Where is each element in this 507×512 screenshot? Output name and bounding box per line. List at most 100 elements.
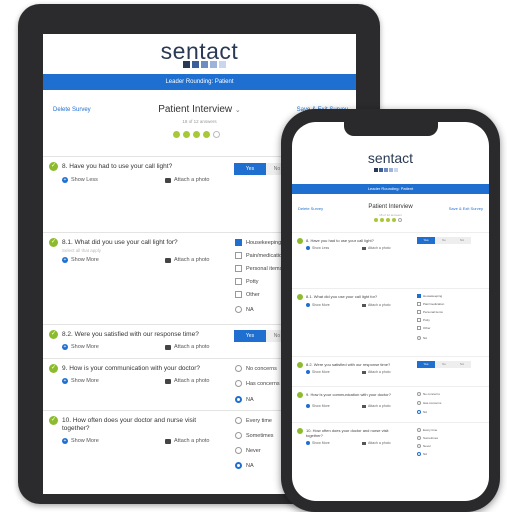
- option-radio[interactable]: Every time: [235, 417, 272, 424]
- plus-circle-icon: +: [62, 438, 68, 444]
- option-checkbox[interactable]: Potty: [417, 318, 430, 322]
- question-text: 9. How is your communication with your d…: [62, 365, 201, 372]
- check-circle-icon: ✓: [49, 416, 58, 425]
- progress-dot: [193, 131, 200, 138]
- progress-dot: [203, 131, 210, 138]
- question-row: 9. How is your communication with your d…: [292, 386, 489, 422]
- option-checkbox[interactable]: Other: [417, 326, 431, 330]
- question-text: 8. Have you had to use your call light?: [62, 163, 173, 170]
- attach-photo-link[interactable]: Attach a photo: [165, 177, 209, 183]
- camera-icon: [165, 378, 171, 384]
- option-radio[interactable]: No concerns: [417, 392, 440, 396]
- check-circle-icon: [297, 392, 303, 398]
- option-radio[interactable]: Has concerns: [417, 401, 441, 405]
- show-more-link[interactable]: + Show More: [62, 344, 99, 350]
- show-more-link[interactable]: + Show More: [62, 438, 99, 444]
- show-more-link[interactable]: + Show More: [62, 257, 99, 263]
- option-checkbox[interactable]: Personal items: [417, 310, 443, 314]
- option-radio[interactable]: Never: [235, 447, 261, 454]
- question-text: 8. Have you had to use your call light?: [306, 238, 374, 243]
- check-circle-icon: [297, 362, 303, 368]
- question-row: 8.1. What did you use your call light fo…: [292, 288, 489, 356]
- option-checkbox[interactable]: Other: [235, 291, 260, 298]
- option-checkbox[interactable]: Housekeeping: [417, 294, 442, 298]
- yes-no-toggle[interactable]: Yes No: [234, 163, 288, 175]
- option-radio[interactable]: No concerns: [235, 365, 277, 372]
- option-radio[interactable]: Every time: [417, 428, 437, 432]
- attach-photo-link[interactable]: Attach a photo: [362, 370, 391, 374]
- show-more-link[interactable]: Show More: [306, 404, 330, 408]
- option-radio[interactable]: Sometimes: [417, 436, 438, 440]
- option-radio[interactable]: Sometimes: [235, 432, 274, 439]
- question-text: 8.2. Were you satisfied with our respons…: [306, 362, 391, 367]
- camera-icon: [165, 344, 171, 350]
- progress-dot: [173, 131, 180, 138]
- option-radio[interactable]: NA: [235, 306, 254, 313]
- plus-circle-icon: +: [62, 344, 68, 350]
- na-button[interactable]: NA: [453, 361, 471, 368]
- plus-circle-icon: +: [62, 177, 68, 183]
- option-radio[interactable]: NA: [417, 336, 427, 340]
- progress-dots: [374, 218, 402, 222]
- yes-button[interactable]: Yes: [234, 330, 266, 342]
- option-radio[interactable]: NA: [417, 452, 427, 456]
- plus-circle-icon: +: [62, 257, 68, 263]
- plus-circle-icon: [306, 404, 310, 408]
- show-less-link[interactable]: + Show Less: [62, 177, 98, 183]
- option-radio[interactable]: NA: [235, 462, 254, 469]
- check-circle-icon: [297, 238, 303, 244]
- attach-photo-link[interactable]: Attach a photo: [362, 303, 391, 307]
- yes-no-toggle[interactable]: Yes No NA: [417, 237, 471, 244]
- attach-photo-link[interactable]: Attach a photo: [362, 441, 391, 445]
- show-more-link[interactable]: Show More: [306, 303, 330, 307]
- plus-circle-icon: [306, 441, 310, 445]
- check-circle-icon: ✓: [49, 364, 58, 373]
- camera-icon: [362, 441, 366, 445]
- question-hint: Select all that apply: [62, 248, 102, 253]
- progress-text: 18 of 12 answers: [379, 213, 402, 217]
- na-button[interactable]: NA: [453, 237, 471, 244]
- option-checkbox[interactable]: Pain/medication: [417, 302, 444, 306]
- attach-photo-link[interactable]: Attach a photo: [362, 404, 391, 408]
- yes-no-toggle[interactable]: Yes No NA: [417, 361, 471, 368]
- option-checkbox[interactable]: Housekeeping: [235, 239, 281, 246]
- survey-header-bar: Leader Rounding: Patient: [43, 74, 356, 90]
- show-more-link[interactable]: Show More: [306, 441, 330, 445]
- show-more-link[interactable]: Show More: [306, 370, 330, 374]
- plus-circle-icon: +: [62, 378, 68, 384]
- attach-photo-link[interactable]: Attach a photo: [165, 378, 209, 384]
- survey-header-bar: Leader Rounding: Patient: [292, 184, 489, 194]
- option-checkbox[interactable]: Personal items: [235, 265, 282, 272]
- attach-photo-link[interactable]: Attach a photo: [362, 246, 391, 250]
- question-text: 9. How is your communication with your d…: [306, 392, 391, 397]
- option-radio[interactable]: Never: [417, 444, 431, 448]
- progress-dot: [183, 131, 190, 138]
- option-radio[interactable]: Has concerns: [235, 380, 280, 387]
- yes-no-toggle[interactable]: Yes No: [234, 330, 288, 342]
- attach-photo-link[interactable]: Attach a photo: [165, 438, 209, 444]
- camera-icon: [165, 177, 171, 183]
- no-button[interactable]: No: [435, 361, 453, 368]
- show-more-link[interactable]: + Show More: [62, 378, 99, 384]
- check-circle-icon: [297, 294, 303, 300]
- yes-button[interactable]: Yes: [417, 237, 435, 244]
- yes-button[interactable]: Yes: [234, 163, 266, 175]
- check-circle-icon: ✓: [49, 162, 58, 171]
- no-button[interactable]: No: [435, 237, 453, 244]
- attach-photo-link[interactable]: Attach a photo: [165, 257, 209, 263]
- option-checkbox[interactable]: Pain/medication: [235, 252, 285, 259]
- option-radio[interactable]: NA: [417, 410, 427, 414]
- save-exit-link[interactable]: Save & Exit Survey: [449, 206, 483, 211]
- camera-icon: [165, 257, 171, 263]
- camera-icon: [362, 404, 366, 408]
- option-radio[interactable]: NA: [235, 396, 254, 403]
- show-less-link[interactable]: Show Less: [306, 246, 329, 250]
- attach-photo-link[interactable]: Attach a photo: [165, 344, 209, 350]
- question-text: 8.1. What did you use your call light fo…: [62, 239, 178, 246]
- marketing-image: sentact Leader Rounding: Patient Delete …: [0, 0, 507, 512]
- option-checkbox[interactable]: Potty: [235, 278, 259, 285]
- yes-button[interactable]: Yes: [417, 361, 435, 368]
- question-text: 10. How often does your doctor and nurse…: [62, 417, 197, 432]
- logo-squares: [183, 61, 226, 68]
- chevron-down-icon[interactable]: ⌄: [235, 107, 241, 114]
